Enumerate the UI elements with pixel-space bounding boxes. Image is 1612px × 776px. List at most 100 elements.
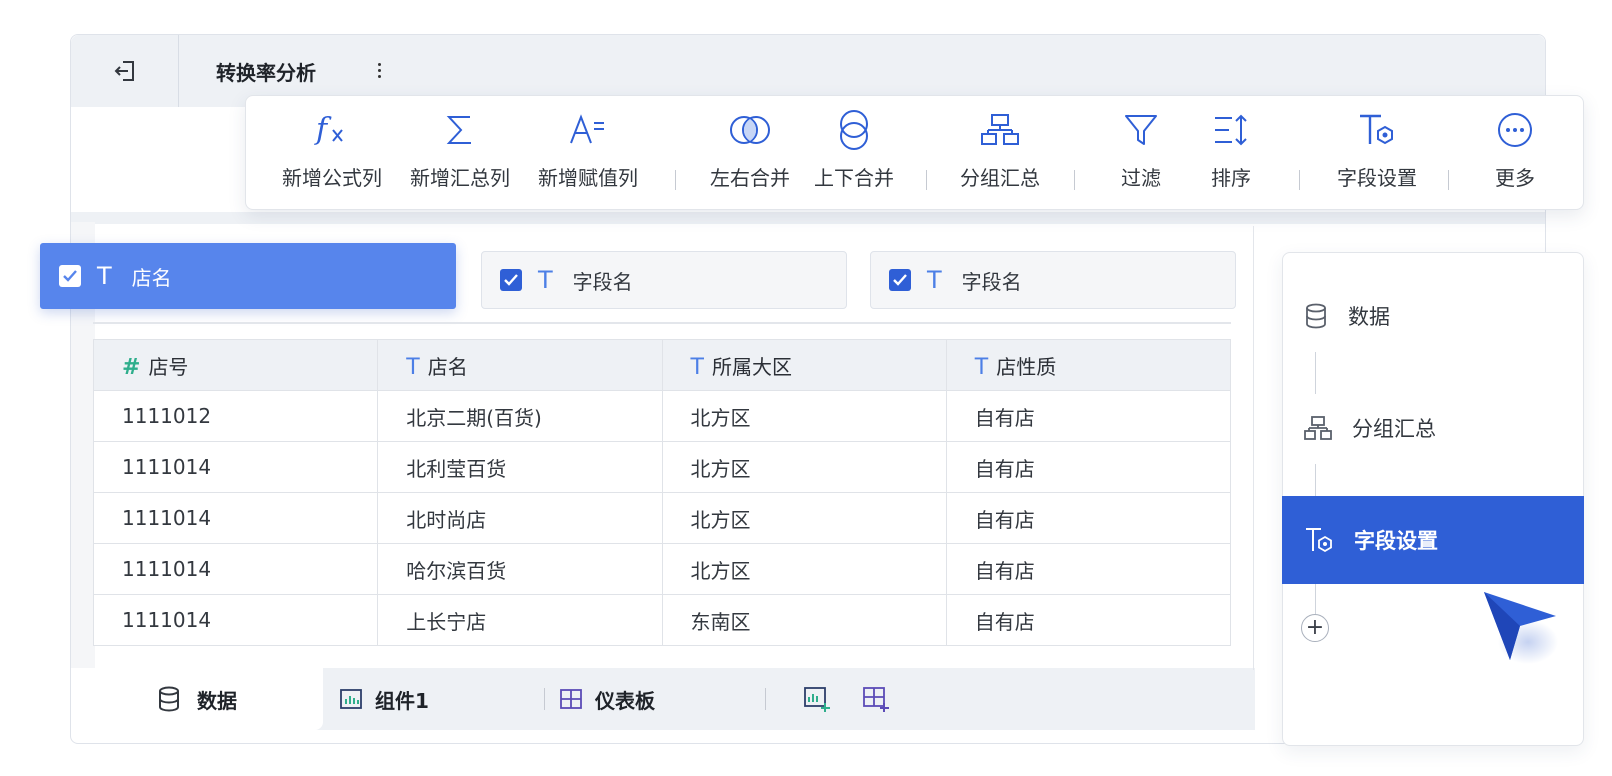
table-cell[interactable]: 1111014 (92, 441, 379, 493)
table-row: 1111012 北京二期(百货) 北方区 自有店 (92, 390, 1232, 442)
tab-component[interactable]: 组件1 (339, 668, 429, 730)
table-cell[interactable]: 哈尔滨百货 (377, 543, 663, 595)
toolbar-filter[interactable]: 过滤 (1096, 110, 1186, 191)
sort-icon (1212, 110, 1250, 150)
toolbar-label: 字段设置 (1337, 166, 1417, 190)
step-field-settings[interactable]: 字段设置 (1282, 496, 1584, 584)
add-component-icon (804, 687, 830, 712)
toolbar-separator (926, 170, 927, 190)
table-cell[interactable]: 北方区 (661, 543, 947, 595)
merge-vertical-icon (837, 110, 871, 150)
sigma-icon (443, 110, 477, 150)
toolbar-add-assign-column[interactable]: 新增赋值列 (526, 110, 650, 191)
divider (93, 322, 1231, 324)
toolbar-merge-vertical[interactable]: 上下合并 (804, 110, 904, 191)
field-name: 字段名 (961, 269, 1022, 294)
text-type-icon: T (690, 354, 704, 380)
table-cell[interactable]: 北方区 (661, 390, 947, 442)
toolbar-group-summary[interactable]: 分组汇总 (948, 110, 1052, 191)
table-row: 1111014 上长宁店 东南区 自有店 (92, 594, 1232, 646)
text-type-icon: T (97, 262, 112, 290)
page-title: 转换率分析 (216, 61, 316, 85)
toolbar-label: 过滤 (1121, 166, 1161, 190)
toolbar-label: 新增赋值列 (538, 166, 638, 190)
table-cell[interactable]: 1111014 (92, 543, 379, 595)
exit-icon (114, 61, 134, 81)
table-row: 1111014 北时尚店 北方区 自有店 (92, 492, 1232, 544)
step-group-summary[interactable]: 分组汇总 (1282, 384, 1584, 472)
field-name: 店名 (131, 265, 172, 290)
vertical-dots-icon[interactable] (372, 57, 386, 83)
text-type-icon: T (538, 266, 553, 294)
formula-fx-icon: f (312, 110, 352, 150)
field-card[interactable]: T 字段名 (481, 251, 847, 309)
column-header-region[interactable]: T 所属大区 (661, 339, 947, 391)
group-summary-icon (1304, 416, 1332, 440)
table-cell[interactable]: 1111014 (92, 594, 379, 646)
step-data[interactable]: 数据 (1282, 272, 1584, 360)
step-label: 字段设置 (1354, 529, 1438, 553)
back-button[interactable] (71, 35, 179, 107)
table-cell[interactable]: 北方区 (661, 441, 947, 493)
tab-dashboard[interactable]: 仪表板 (559, 668, 655, 730)
toolbar-separator (1448, 170, 1449, 190)
column-label: 店号 (148, 354, 189, 379)
panel-divider (1253, 226, 1254, 670)
toolbar-add-summary-column[interactable]: 新增汇总列 (398, 110, 522, 191)
filter-icon (1123, 110, 1159, 150)
column-header-store-id[interactable]: # 店号 (92, 339, 379, 391)
field-card[interactable]: T 字段名 (870, 251, 1236, 309)
table-row: 1111014 北利莹百货 北方区 自有店 (92, 441, 1232, 493)
table-cell[interactable]: 自有店 (945, 441, 1232, 493)
checkbox-checked-icon[interactable] (500, 269, 522, 291)
add-dashboard-button[interactable] (862, 668, 890, 730)
table-cell[interactable]: 北方区 (661, 492, 947, 544)
tab-label: 组件1 (375, 688, 429, 713)
column-header-store-type[interactable]: T 店性质 (945, 339, 1232, 391)
database-icon (1306, 303, 1326, 329)
table-cell[interactable]: 东南区 (661, 594, 947, 646)
add-component-button[interactable] (803, 668, 831, 730)
table-cell[interactable]: 北京二期(百货) (377, 390, 663, 442)
tab-label: 数据 (197, 688, 237, 713)
toolbar-separator (1299, 170, 1300, 190)
step-label: 分组汇总 (1352, 417, 1436, 441)
column-label: 所属大区 (711, 354, 792, 379)
toolbar-more[interactable]: 更多 (1470, 110, 1560, 191)
table-cell[interactable]: 自有店 (945, 492, 1232, 544)
toolbar-label: 上下合并 (814, 166, 894, 190)
toolbar-label: 新增汇总列 (410, 166, 510, 190)
column-header-store-name[interactable]: T 店名 (377, 339, 663, 391)
toolbar-label: 新增公式列 (282, 166, 382, 190)
tab-separator (765, 688, 766, 710)
table-cell[interactable]: 1111014 (92, 492, 379, 544)
step-connector (1315, 584, 1316, 614)
field-card-store-name[interactable]: T 店名 (40, 243, 456, 309)
table-cell[interactable]: 北利莹百货 (377, 441, 663, 493)
toolbar-separator (675, 170, 676, 190)
toolbar-add-formula-column[interactable]: f 新增公式列 (270, 110, 394, 191)
checkbox-checked-icon[interactable] (59, 265, 81, 287)
more-icon (1496, 110, 1534, 150)
table-cell[interactable]: 北时尚店 (377, 492, 663, 544)
table-cell[interactable]: 上长宁店 (377, 594, 663, 646)
text-type-icon: T (406, 354, 420, 380)
data-table: # 店号 T 店名 T 所属大区 T 店性质 1111012 北京二期(百货) 北方区 … (92, 339, 1232, 646)
cursor-pointer-icon (1480, 588, 1590, 678)
step-label: 数据 (1348, 305, 1390, 329)
field-name: 字段名 (572, 269, 633, 294)
table-cell[interactable]: 自有店 (945, 543, 1232, 595)
toolbar-label: 更多 (1495, 166, 1535, 190)
toolbar-sort[interactable]: 排序 (1186, 110, 1276, 191)
checkbox-checked-icon[interactable] (889, 269, 911, 291)
toolbar-merge-horizontal[interactable]: 左右合并 (700, 110, 800, 191)
toolbar-separator (1074, 170, 1075, 190)
tab-data[interactable]: 数据 (71, 668, 323, 730)
column-label: 店性质 (996, 354, 1057, 379)
toolbar-label: 排序 (1211, 166, 1251, 190)
table-cell[interactable]: 自有店 (945, 594, 1232, 646)
table-cell[interactable]: 自有店 (945, 390, 1232, 442)
table-cell[interactable]: 1111012 (92, 390, 379, 442)
add-step-button[interactable]: + (1301, 614, 1329, 642)
toolbar-field-settings[interactable]: 字段设置 (1322, 110, 1432, 191)
